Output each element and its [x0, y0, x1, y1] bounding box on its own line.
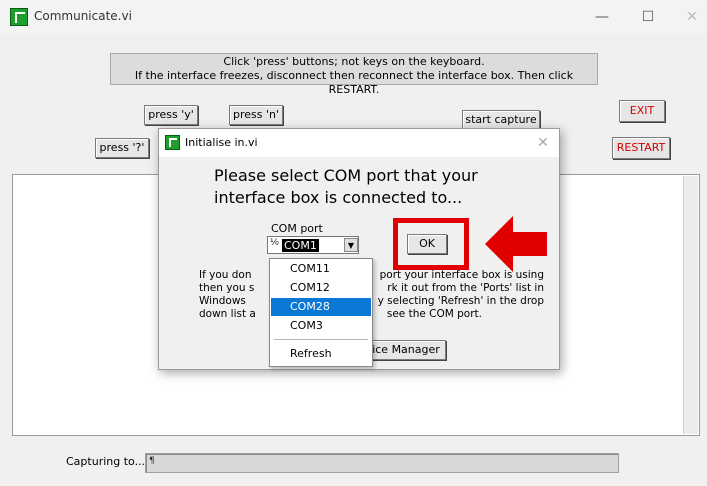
start-capture-button[interactable]: start capture [462, 110, 540, 130]
capture-path-field[interactable]: ¶ [145, 453, 619, 473]
dropdown-option-refresh[interactable]: Refresh [271, 345, 371, 363]
window-title: Communicate.vi [34, 9, 132, 23]
press-question-button[interactable]: press '?' [95, 138, 149, 158]
instructions-box: Click 'press' buttons; not keys on the k… [110, 53, 598, 96]
dropdown-separator [274, 339, 368, 340]
com-port-label: COM port [271, 222, 323, 235]
help-left-1: If you don [199, 269, 252, 281]
close-icon[interactable]: ✕ [672, 6, 707, 28]
maximize-icon[interactable]: ☐ [628, 6, 668, 28]
dialog-app-icon [165, 135, 180, 150]
dropdown-option-com28[interactable]: COM28 [271, 298, 371, 316]
press-y-button[interactable]: press 'y' [144, 105, 198, 125]
help-right-3: y selecting 'Refresh' in the drop [377, 295, 544, 307]
restart-button[interactable]: RESTART [612, 137, 670, 159]
help-left-4: down list a [199, 308, 256, 320]
com-port-dropdown: COM11 COM12 COM28 COM3 Refresh [269, 258, 373, 367]
numeric-glyph-icon: ⅟₀ [270, 238, 279, 248]
dropdown-option-com11[interactable]: COM11 [271, 260, 371, 278]
capturing-label: Capturing to... [66, 455, 146, 468]
dropdown-option-com12[interactable]: COM12 [271, 279, 371, 297]
labview-app-icon [10, 8, 28, 26]
dialog-close-icon[interactable]: ✕ [531, 132, 555, 154]
chevron-down-icon[interactable]: ▼ [344, 238, 358, 252]
press-n-button[interactable]: press 'n' [229, 105, 283, 125]
dialog-title-bar: Initialise in.vi ✕ [159, 129, 559, 157]
device-manager-button[interactable]: ice Manager [366, 340, 446, 360]
help-left-2: then you s [199, 282, 255, 294]
help-right-2: rk it out from the 'Ports' list in [387, 282, 544, 294]
ok-button[interactable]: OK [407, 234, 447, 254]
dialog-title: Initialise in.vi [185, 136, 258, 149]
path-glyph-icon: ¶ [149, 456, 155, 466]
dropdown-option-com3[interactable]: COM3 [271, 317, 371, 335]
log-scrollbar[interactable] [683, 176, 698, 434]
exit-button[interactable]: EXIT [619, 100, 665, 122]
help-left-3: Windows [199, 295, 246, 307]
minimize-icon[interactable]: — [582, 6, 622, 28]
instructions-line-2: If the interface freezes, disconnect the… [134, 69, 574, 96]
com-port-select[interactable]: ⅟₀ COM1 ▼ [267, 236, 359, 254]
window-title-bar: Communicate.vi — ☐ ✕ [0, 0, 707, 34]
dialog-prompt: Please select COM port that your interfa… [214, 166, 478, 207]
com-port-value: COM1 [282, 239, 319, 252]
instructions-line-1: Click 'press' buttons; not keys on the k… [223, 55, 485, 68]
help-right-4: see the COM port. [386, 308, 482, 320]
red-arrow-icon [485, 216, 547, 272]
